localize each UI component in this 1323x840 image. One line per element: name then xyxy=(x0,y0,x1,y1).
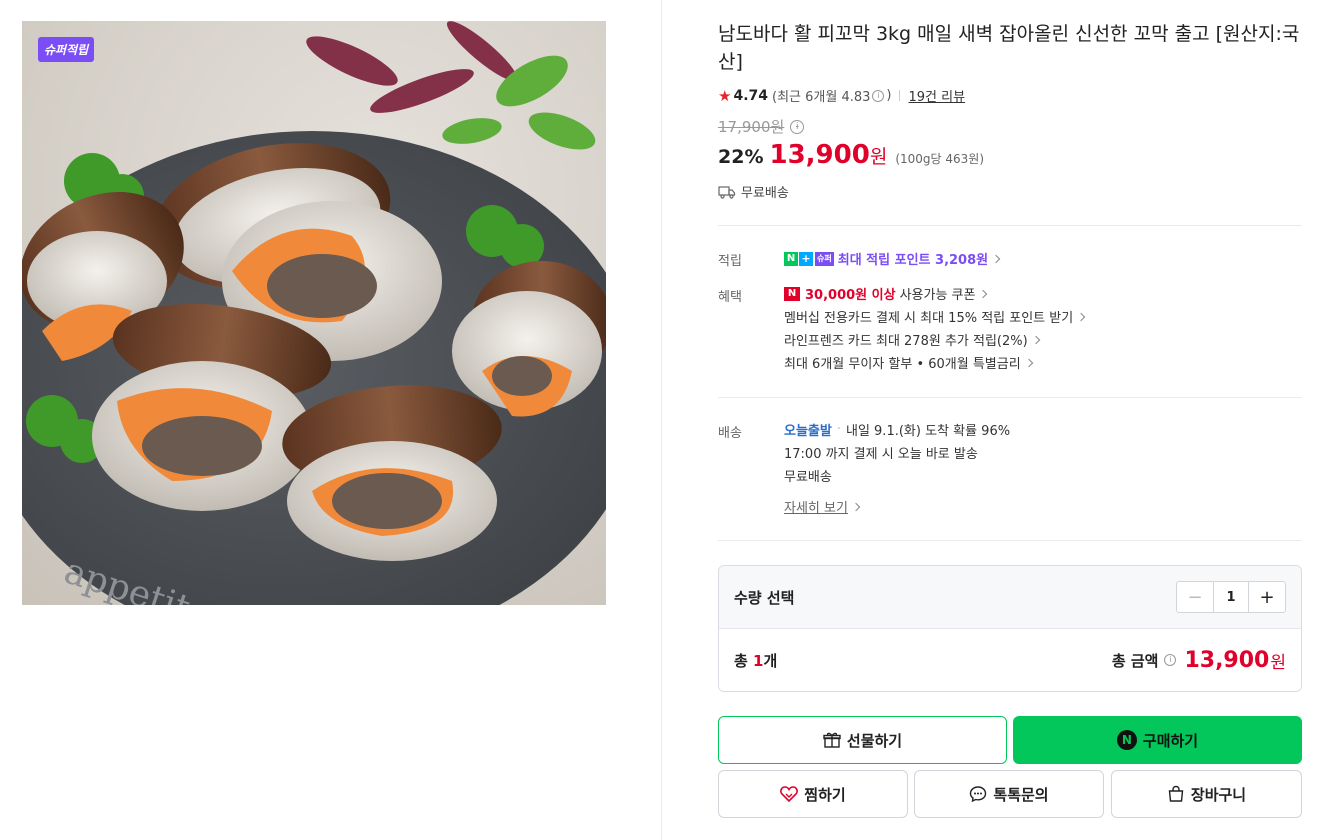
review-link[interactable]: 19건 리뷰 xyxy=(908,86,965,105)
detail-link[interactable]: 자세히 보기 xyxy=(784,497,848,516)
points-line[interactable]: N + 슈퍼 최대 적립 포인트 3,208원 xyxy=(784,247,1001,270)
star-icon: ★ xyxy=(718,86,732,105)
chevron-right-icon xyxy=(991,254,1001,264)
chevron-right-icon xyxy=(1024,358,1033,368)
delivery-body: 오늘출발 · 내일 9.1.(화) 도착 확률 96% 17:00 까지 결제 … xyxy=(784,418,1010,518)
product-image[interactable]: appetito xyxy=(22,21,606,605)
delivery-fee: 무료배송 xyxy=(784,470,832,485)
shopping-bag-icon xyxy=(1168,785,1184,802)
currency-unit: 원 xyxy=(869,146,888,168)
super-mark: 슈퍼 xyxy=(815,251,834,266)
image-column: appetito 슈퍼적립 xyxy=(0,0,662,840)
gift-icon xyxy=(823,732,841,748)
membership-line[interactable]: 멤버십 전용카드 결제 시 최대 15% 적립 포인트 받기 xyxy=(784,305,1086,328)
benefits-body: N 30,000원 이상 사용가능 쿠폰 멤버십 전용카드 결제 시 최대 15… xyxy=(784,282,1086,374)
coupon-text: 사용가능 쿠폰 xyxy=(899,288,976,303)
original-price-value: 17,900원 xyxy=(718,118,785,136)
decrease-button[interactable]: − xyxy=(1177,582,1213,612)
cutoff-line: 17:00 까지 결제 시 오늘 바로 발송 xyxy=(784,441,1010,464)
cockle-photo-illustration: appetito xyxy=(22,21,606,605)
quantity-header: 수량 선택 − 1 + xyxy=(719,566,1301,629)
super-points-badge: 슈퍼적립 xyxy=(38,37,95,62)
price-row: 22% 13,900 원 (100g당 463원) xyxy=(718,140,984,170)
total-amount-label: 총 금액 xyxy=(1111,651,1159,670)
discount-rate: 22% xyxy=(718,146,764,168)
free-shipping-text: 무료배송 xyxy=(741,186,789,201)
line-friends-text: 라인프렌즈 카드 최대 278원 추가 적립(2%) xyxy=(784,334,1028,349)
coupon-amount: 30,000원 이상 xyxy=(805,288,896,303)
today-ship-tag: 오늘출발 xyxy=(784,424,832,439)
line-friends-line[interactable]: 라인프렌즈 카드 최대 278원 추가 적립(2%) xyxy=(784,328,1084,351)
sale-price: 13,900 xyxy=(769,140,870,170)
delivery-label: 배송 xyxy=(718,426,742,441)
dot-separator: · xyxy=(836,422,841,437)
coupon-line[interactable]: N 30,000원 이상 사용가능 쿠폰 xyxy=(784,282,1084,305)
max-points-text: 최대 적립 포인트 3,208원 xyxy=(837,253,989,268)
quantity-stepper: − 1 + xyxy=(1176,581,1286,613)
points-label: 적립 xyxy=(718,254,742,269)
buy-button[interactable]: N 구매하기 xyxy=(1013,716,1302,764)
info-icon[interactable]: i xyxy=(1164,654,1177,666)
installment-line[interactable]: 최대 6개월 무이자 할부 • 60개월 특별금리 xyxy=(784,351,1084,374)
quantity-total: 총 1개 총 금액 i 13,900 원 xyxy=(719,629,1301,691)
chevron-right-icon xyxy=(979,289,988,299)
total-amount: 총 금액 i 13,900 원 xyxy=(1112,648,1286,673)
buy-button-label: 구매하기 xyxy=(1142,731,1199,750)
gift-button[interactable]: 선물하기 xyxy=(718,716,1007,764)
installment-text: 최대 6개월 무이자 할부 • 60개월 특별금리 xyxy=(784,357,1021,372)
info-icon[interactable]: i xyxy=(872,89,885,102)
product-title: 남도바다 활 피꼬막 3kg 매일 새벽 잡아올린 신선한 꼬막 출고 [원산지… xyxy=(718,23,1300,73)
heart-icon xyxy=(780,786,799,802)
product-info: 남도바다 활 피꼬막 3kg 매일 새벽 잡아올린 신선한 꼬막 출고 [원산지… xyxy=(718,0,1302,840)
cart-button[interactable]: 장바구니 xyxy=(1111,770,1302,818)
gift-button-label: 선물하기 xyxy=(846,731,903,750)
total-count: 총 1개 xyxy=(734,650,777,671)
chevron-right-icon xyxy=(1031,335,1040,345)
quantity-box: 수량 선택 − 1 + 총 1개 총 금액 i 13,900 원 xyxy=(718,565,1302,692)
info-icon[interactable]: i xyxy=(790,119,805,134)
rating-recent-close: ) xyxy=(886,88,892,103)
wish-button[interactable]: 찜하기 xyxy=(718,770,908,818)
wish-button-label: 찜하기 xyxy=(804,785,846,804)
total-prefix: 총 xyxy=(734,651,754,670)
divider xyxy=(899,90,901,101)
increase-button[interactable]: + xyxy=(1249,582,1285,612)
section-divider xyxy=(718,540,1302,541)
unit-price: (100g당 463원) xyxy=(895,152,984,166)
talktalk-button-label: 톡톡문의 xyxy=(993,785,1049,804)
npay-plus-icon: N + 슈퍼 xyxy=(784,251,834,266)
original-price: 17,900원 i xyxy=(718,116,806,137)
today-ship-line: 오늘출발 · 내일 9.1.(화) 도착 확률 96% xyxy=(784,418,1010,441)
talktalk-button[interactable]: 톡톡문의 xyxy=(914,770,1104,818)
free-shipping-tag: 무료배송 xyxy=(718,182,789,201)
fee-line: 무료배송 xyxy=(784,464,1010,487)
naver-n-icon: N xyxy=(784,286,800,301)
section-divider xyxy=(718,225,1302,226)
cutoff-text: 17:00 까지 결제 시 오늘 바로 발송 xyxy=(784,447,978,462)
quantity-label: 수량 선택 xyxy=(734,588,795,607)
truck-icon xyxy=(718,185,736,199)
naver-n-icon: N xyxy=(1116,730,1137,750)
chevron-right-icon xyxy=(851,502,861,512)
membership-text: 멤버십 전용카드 결제 시 최대 15% 적립 포인트 받기 xyxy=(784,311,1074,326)
chat-icon xyxy=(970,786,987,803)
cart-button-label: 장바구니 xyxy=(1190,785,1247,804)
total-price: 13,900 xyxy=(1184,647,1270,673)
points-body: N + 슈퍼 최대 적립 포인트 3,208원 xyxy=(784,247,1001,270)
currency-unit: 원 xyxy=(1270,652,1286,673)
rating-score: 4.74 xyxy=(733,87,768,104)
arrival-text: 내일 9.1.(화) 도착 확률 96% xyxy=(845,424,1011,439)
rating-row: ★ 4.74 (최근 6개월 4.83 i ) 19건 리뷰 xyxy=(718,86,965,106)
section-divider xyxy=(718,397,1302,398)
total-count-number: 1 xyxy=(753,651,764,670)
benefits-label: 혜택 xyxy=(718,290,742,305)
chevron-right-icon xyxy=(1076,312,1086,322)
total-suffix: 개 xyxy=(763,651,778,670)
detail-line[interactable]: 자세히 보기 xyxy=(784,495,1010,518)
rating-recent: (최근 6개월 4.83 xyxy=(772,90,871,105)
quantity-value[interactable]: 1 xyxy=(1213,582,1249,612)
